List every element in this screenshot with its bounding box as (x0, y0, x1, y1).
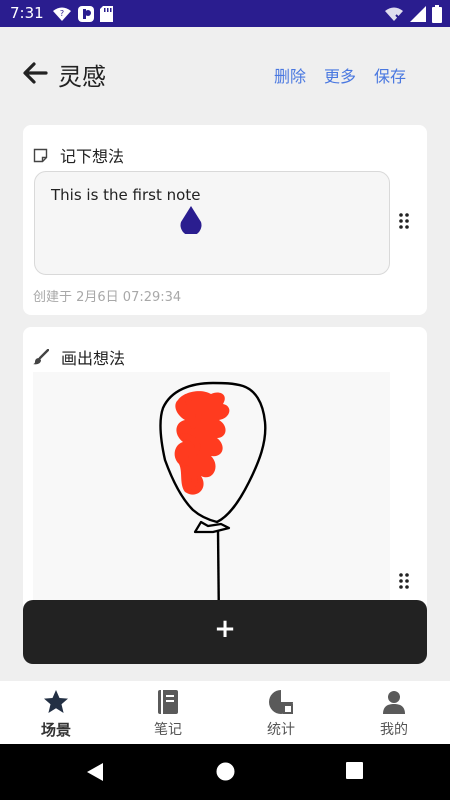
tab-stats[interactable]: 统计 (225, 681, 337, 744)
tab-label: 我的 (380, 722, 408, 738)
wifi-question-icon: ? (53, 7, 71, 21)
status-time: 7:31 (10, 4, 44, 22)
status-bar: 7:31 ? (0, 0, 450, 27)
delete-button[interactable]: 删除 (274, 63, 306, 87)
note-text-field[interactable]: This is the first note (34, 171, 390, 275)
tab-label: 统计 (267, 722, 295, 738)
drag-handle-icon[interactable] (399, 573, 409, 589)
add-item-button[interactable]: + (23, 600, 427, 664)
tab-scenes[interactable]: 场景 (0, 681, 112, 744)
text-cursor-handle-icon[interactable] (179, 206, 203, 234)
more-button[interactable]: 更多 (324, 63, 356, 87)
cell-signal-icon (410, 6, 426, 22)
star-icon (44, 690, 68, 713)
tab-notes[interactable]: 笔记 (112, 681, 224, 744)
tab-label: 笔记 (154, 722, 182, 738)
nav-recents-icon[interactable] (346, 762, 363, 779)
svg-text:?: ? (60, 9, 64, 18)
sd-card-icon (100, 6, 113, 22)
text-note-card: 记下想法 This is the first note 创建于 2月6日 07:… (23, 125, 427, 315)
drawing-header: 画出想法 (33, 345, 125, 369)
wifi-off-icon (385, 7, 403, 22)
system-nav-bar (0, 744, 450, 800)
battery-icon (432, 5, 442, 23)
notebook-icon (158, 690, 178, 714)
text-note-label: 记下想法 (60, 147, 125, 166)
nav-home-icon[interactable] (216, 762, 235, 781)
brush-icon (33, 349, 49, 365)
note-text-value: This is the first note (51, 186, 201, 204)
balloon-sketch (159, 381, 267, 627)
drawing-label: 画出想法 (61, 349, 126, 368)
drag-handle-icon[interactable] (399, 213, 409, 229)
bottom-tab-bar: 场景 笔记 统计 我的 (0, 681, 450, 744)
save-button[interactable]: 保存 (374, 63, 406, 87)
page-title: 灵感 (58, 63, 106, 91)
nav-back-icon[interactable] (86, 762, 104, 782)
app-header: 灵感 删除 更多 保存 (0, 27, 450, 121)
app-notification-icon (78, 6, 94, 22)
person-icon (383, 691, 405, 714)
tab-me[interactable]: 我的 (338, 681, 450, 744)
drawing-card: 画出想法 (23, 327, 427, 627)
back-arrow-icon[interactable] (22, 60, 48, 86)
add-button-label: + (214, 614, 236, 644)
drawing-canvas[interactable] (33, 372, 390, 627)
created-timestamp: 创建于 2月6日 07:29:34 (33, 290, 182, 305)
header-actions: 删除 更多 保存 (274, 63, 406, 87)
text-note-header: 记下想法 (33, 143, 124, 167)
tab-label: 场景 (40, 721, 71, 739)
note-icon (33, 148, 48, 162)
chart-pie-icon (269, 690, 293, 714)
